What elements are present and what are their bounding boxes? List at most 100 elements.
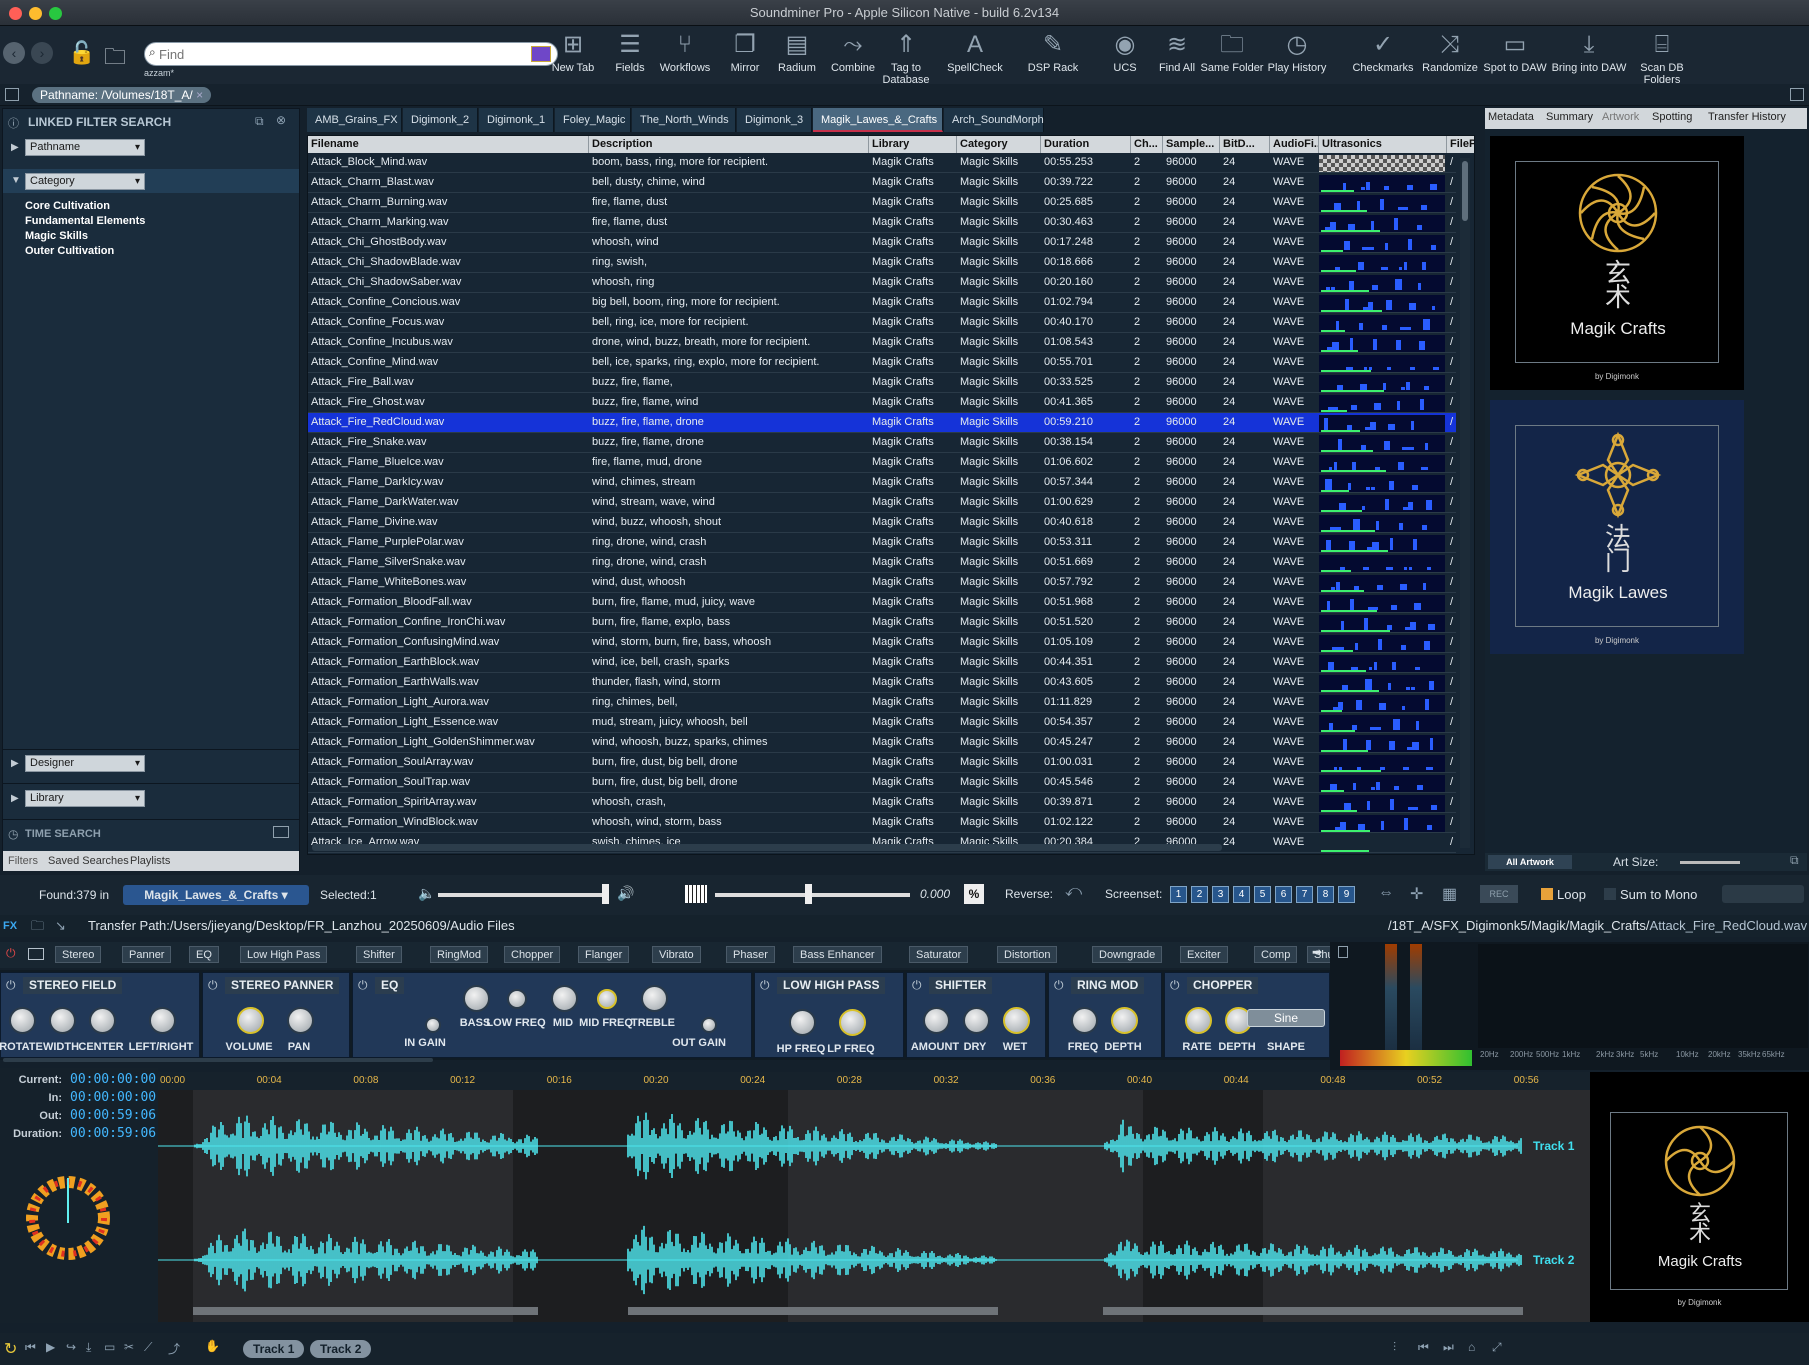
close-panel-icon[interactable]: ⊗ [276, 113, 286, 127]
table-scrollbar[interactable] [1460, 158, 1470, 848]
table-row[interactable]: Attack_Formation_SoulTrap.wav burn, fire,… [308, 773, 1456, 793]
dsp-chain-item[interactable]: Bass Enhancer [793, 946, 882, 963]
toolbar-tag-to-database-button[interactable]: ⇑ Tag to Database [866, 26, 946, 86]
tab-summary[interactable]: Summary [1546, 111, 1593, 123]
shape-select[interactable]: Sine [1247, 1009, 1325, 1027]
low-freq-knob[interactable] [507, 989, 527, 1009]
table-row[interactable]: Attack_Fire_Ghost.wav buzz, fire, flame, … [308, 393, 1456, 413]
pathname-token[interactable]: Pathname: /Volumes/18T_A/ × [32, 87, 212, 103]
mid-freq-knob[interactable] [597, 989, 617, 1009]
toolbar-spellcheck-button[interactable]: A SpellCheck [935, 26, 1015, 84]
table-row[interactable]: Attack_Confine_Concious.wav big bell, boo… [308, 293, 1456, 313]
fx-icon[interactable]: FX [3, 915, 17, 937]
table-row[interactable]: Attack_Formation_EarthWalls.wav thunder, … [308, 673, 1456, 693]
center-knob[interactable] [89, 1007, 116, 1034]
category-item[interactable]: Core Cultivation [25, 199, 145, 214]
previous-icon[interactable]: ⏮ [25, 1340, 36, 1355]
table-row[interactable]: Attack_Formation_SoulArray.wav burn, fire… [308, 753, 1456, 773]
dsp-chain-item[interactable]: Vibrato [652, 946, 701, 963]
in-gain-knob[interactable] [425, 1017, 441, 1033]
zoom-fit-icon[interactable]: ⤢ [1492, 1340, 1502, 1355]
zoom-window-button[interactable] [49, 7, 62, 20]
hand-icon[interactable]: ✋ [205, 1339, 220, 1353]
freq-knob[interactable] [1071, 1007, 1098, 1034]
mid-knob[interactable] [551, 985, 578, 1012]
power-icon[interactable]: ⏻ [1054, 978, 1064, 993]
dsp-chain-item[interactable]: Phaser [726, 946, 775, 963]
move-icon[interactable]: ↪ [66, 1340, 76, 1354]
go-start-icon[interactable]: ⏮ [1418, 1340, 1429, 1355]
table-row[interactable]: Attack_Charm_Marking.wav fire, flame, dus… [308, 213, 1456, 233]
table-row[interactable]: Attack_Formation_Light_GoldenShimmer.wav… [308, 733, 1456, 753]
grid-icon[interactable]: ▦ [1442, 884, 1457, 904]
db-tab[interactable]: Digimonk_3 [737, 108, 812, 132]
power-icon[interactable]: ⏻ [760, 978, 770, 993]
expand-pathname-icon[interactable]: ▶ [11, 142, 19, 153]
time-ruler[interactable]: 00:00 00:04 00:08 00:12 00:16 00:20 00:24 00:28… [158, 1072, 1590, 1090]
toolbar-play-history-button[interactable]: ◷ Play History [1257, 26, 1337, 84]
track-1-button[interactable]: Track 1 [243, 1340, 305, 1358]
pan-knob[interactable] [287, 1007, 314, 1034]
power-icon[interactable]: ⏻ [912, 978, 922, 993]
table-row[interactable]: Attack_Formation_Light_Aurora.wav ring, c… [308, 693, 1456, 713]
screenset-button[interactable]: 2 [1191, 886, 1208, 903]
tab-artwork[interactable]: Artwork [1602, 111, 1639, 123]
popout-icon[interactable]: ⧉ [1790, 853, 1799, 868]
waveform-view[interactable]: Track 1 Track 2 [158, 1072, 1590, 1322]
fade-icon[interactable]: ⟋ [144, 1340, 152, 1355]
column-header[interactable]: Category [957, 136, 1041, 153]
table-row[interactable]: Attack_Formation_Light_Essence.wav mud, s… [308, 713, 1456, 733]
fit-width-icon[interactable]: ⇔ [1378, 884, 1394, 902]
tab-transfer-history[interactable]: Transfer History [1708, 111, 1786, 123]
table-row[interactable]: Attack_Block_Mind.wav boom, bass, ring, m… [308, 153, 1456, 173]
category-item[interactable]: Outer Cultivation [25, 244, 145, 259]
dsp-chain-item[interactable]: Exciter [1180, 946, 1228, 963]
track-label[interactable]: Track 2 [1533, 1253, 1575, 1267]
db-tab[interactable]: Magik_Lawes_&_Crafts [813, 108, 943, 132]
amount-knob[interactable] [923, 1007, 950, 1034]
db-tab[interactable]: Arch_SoundMorph [944, 108, 1044, 132]
artwork-magik-crafts[interactable]: 玄 术 Magik Crafts by Digimonk [1490, 136, 1744, 390]
table-row[interactable]: Attack_Formation_BloodFall.wav burn, fire… [308, 593, 1456, 613]
marker-icon[interactable]: ⌂ [1468, 1340, 1475, 1354]
table-row[interactable]: Attack_Formation_SpiritArray.wav whoosh, … [308, 793, 1456, 813]
table-row[interactable]: Attack_Flame_DarkWater.wav wind, stream, … [308, 493, 1456, 513]
horizontal-scrollbar[interactable] [312, 844, 1222, 851]
scroll-thumb[interactable] [1462, 161, 1468, 221]
toolbar-spot-to-daw-button[interactable]: ▭ Spot to DAW [1475, 26, 1555, 84]
artwork-magik-lawes[interactable]: 法 门 Magik Lawes by Digimonk [1490, 400, 1744, 654]
region-handle[interactable] [193, 1307, 538, 1315]
dsp-chain-item[interactable]: Chopper [504, 946, 561, 963]
toolbar-dsp-rack-button[interactable]: ✎ DSP Rack [1013, 26, 1093, 84]
screenset-button[interactable]: 6 [1275, 886, 1292, 903]
sidebar-toggle-icon[interactable] [5, 88, 19, 101]
forward-button[interactable]: › [31, 42, 53, 64]
arrow-icon[interactable]: ↘ [55, 915, 66, 937]
help-icon[interactable]: ⓘ [8, 115, 19, 131]
power-icon[interactable]: ⏻ [6, 978, 16, 993]
all-artwork-button[interactable]: All Artwork [1488, 855, 1572, 869]
power-icon[interactable]: ⏻ [6, 946, 16, 961]
region-handle[interactable] [1103, 1307, 1523, 1315]
in-time[interactable]: 00:00:00:00 [70, 1090, 156, 1105]
art-size-slider[interactable] [1680, 861, 1740, 864]
table-row[interactable]: Attack_Confine_Incubus.wav drone, wind, b… [308, 333, 1456, 353]
screenset-button[interactable]: 9 [1338, 886, 1355, 903]
table-row[interactable]: Attack_Charm_Burning.wav fire, flame, dus… [308, 193, 1456, 213]
filter-designer-select[interactable]: Designer [25, 755, 145, 772]
out-time[interactable]: 00:00:59:06 [70, 1108, 156, 1123]
lock-icon[interactable]: 🔓 [68, 40, 95, 66]
column-header[interactable]: Description [589, 136, 869, 153]
db-tab[interactable]: Digimonk_1 [479, 108, 554, 132]
table-row[interactable]: Attack_Formation_EarthBlock.wav wind, ice… [308, 653, 1456, 673]
table-row[interactable]: Attack_Flame_Divine.wav wind, buzz, whoos… [308, 513, 1456, 533]
table-row[interactable]: Attack_Flame_PurplePolar.wav ring, drone,… [308, 533, 1456, 553]
keyboard-icon[interactable] [273, 826, 289, 838]
table-row[interactable]: Attack_Chi_GhostBody.wav whoosh, wind Magi… [308, 233, 1456, 253]
mixer-icon[interactable]: ⫶ [1393, 1340, 1396, 1355]
table-row[interactable]: Attack_Flame_SilverSnake.wav ring, drone,… [308, 553, 1456, 573]
screenset-button[interactable]: 3 [1212, 886, 1229, 903]
pitch-slider[interactable] [715, 893, 910, 897]
dsp-chain-item[interactable]: Shifter [356, 946, 402, 963]
waveform-canvas[interactable]: Track 1 Track 2 [158, 1072, 1590, 1322]
